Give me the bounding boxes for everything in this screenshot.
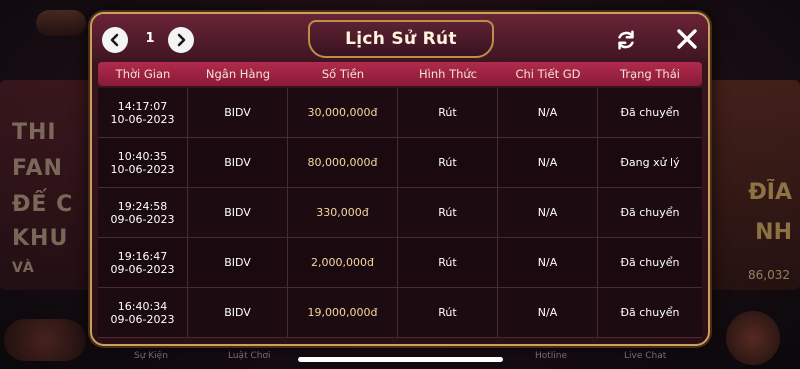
cell-time: 10:40:35 10-06-2023 — [98, 138, 188, 187]
refresh-icon — [618, 30, 634, 50]
column-header-amount: Số Tiền — [321, 67, 365, 81]
right-banner-line: NH — [755, 220, 792, 245]
cell-status: Đang xử lý — [620, 156, 680, 169]
nav-item-live-chat[interactable]: Live Chat — [624, 351, 666, 361]
cell-status: Đã chuyển — [620, 306, 680, 319]
cell-method: Rút — [398, 288, 498, 337]
close-button[interactable] — [670, 22, 704, 56]
withdraw-history-dialog: 1 Lịch Sử Rút Thời Gian Ngân Hàng Số Tiề… — [90, 12, 710, 346]
withdraw-history-table: Thời Gian Ngân Hàng Số Tiền Hình Thức Ch… — [98, 62, 702, 338]
column-header-method: Hình Thức — [419, 67, 477, 81]
table-row: 14:17:07 10-06-2023 BIDV 30,000,000đ Rút … — [98, 88, 702, 138]
cell-amount: 2,000,000đ — [288, 238, 398, 287]
left-banner-line: KHU — [12, 226, 69, 251]
chevron-right-icon — [177, 33, 186, 47]
cell-status: Đã chuyển — [620, 106, 680, 119]
chevron-left-icon — [110, 33, 119, 47]
cell-detail: N/A — [498, 288, 598, 337]
left-promo-banner: THI FAN ĐỂ C KHU VÀ — [0, 80, 95, 290]
cell-detail: N/A — [498, 138, 598, 187]
cell-detail: N/A — [498, 188, 598, 237]
column-header-status: Trạng Thái — [620, 67, 680, 81]
cell-amount: 30,000,000đ — [288, 88, 398, 137]
cell-amount: 330,000đ — [288, 188, 398, 237]
cell-status: Đã chuyển — [620, 256, 680, 269]
cell-time: 16:40:34 09-06-2023 — [98, 288, 188, 337]
left-banner-line: THI — [12, 120, 57, 145]
table-row: 16:40:34 09-06-2023 BIDV 19,000,000đ Rút … — [98, 288, 702, 338]
page-number: 1 — [145, 31, 155, 46]
cell-bank: BIDV — [188, 288, 288, 337]
column-header-detail: Chi Tiết GD — [515, 67, 581, 81]
cell-method: Rút — [398, 238, 498, 287]
cell-bank: BIDV — [188, 238, 288, 287]
right-banner-line: ĐĨA — [748, 180, 792, 205]
cell-bank: BIDV — [188, 138, 288, 187]
table-row: 19:16:47 09-06-2023 BIDV 2,000,000đ Rút N… — [98, 238, 702, 288]
left-banner-line: ĐỂ C — [12, 192, 74, 217]
column-header-bank: Ngân Hàng — [205, 67, 271, 81]
cell-detail: N/A — [498, 88, 598, 137]
cell-time: 19:24:58 09-06-2023 — [98, 188, 188, 237]
left-banner-line: FAN — [12, 156, 63, 181]
prev-page-button[interactable] — [102, 27, 128, 53]
table-body: 14:17:07 10-06-2023 BIDV 30,000,000đ Rút … — [98, 88, 702, 338]
cell-method: Rút — [398, 138, 498, 187]
game-logo — [36, 10, 86, 36]
dialog-title-plate: Lịch Sử Rút — [308, 20, 494, 58]
close-icon — [677, 29, 697, 49]
home-indicator-bar[interactable] — [298, 357, 503, 362]
dialog-title: Lịch Sử Rút — [345, 29, 457, 49]
nav-item-hotline[interactable]: Hotline — [535, 351, 567, 361]
cell-amount: 80,000,000đ — [288, 138, 398, 187]
next-page-button[interactable] — [168, 27, 194, 53]
cell-status: Đã chuyển — [620, 206, 680, 219]
right-banner-number: 86,032 — [748, 268, 790, 282]
cell-detail: N/A — [498, 238, 598, 287]
cell-bank: BIDV — [188, 88, 288, 137]
table-header: Thời Gian Ngân Hàng Số Tiền Hình Thức Ch… — [98, 62, 702, 86]
right-promo-banner: ĐĨA NH 86,032 — [708, 80, 800, 290]
cell-time: 19:16:47 09-06-2023 — [98, 238, 188, 287]
cell-bank: BIDV — [188, 188, 288, 237]
cell-method: Rút — [398, 188, 498, 237]
left-banner-line: VÀ — [12, 260, 35, 276]
nav-item-rules[interactable]: Luật Chơi — [228, 351, 270, 361]
cell-method: Rút — [398, 88, 498, 137]
table-row: 19:24:58 09-06-2023 BIDV 330,000đ Rút N/A… — [98, 188, 702, 238]
game-screen: THI FAN ĐỂ C KHU VÀ ĐĨA NH 86,032 Sự Kiệ… — [0, 0, 800, 369]
cell-amount: 19,000,000đ — [288, 288, 398, 337]
refresh-button[interactable] — [612, 26, 640, 54]
column-header-time: Thời Gian — [115, 67, 171, 81]
table-row: 10:40:35 10-06-2023 BIDV 80,000,000đ Rút … — [98, 138, 702, 188]
nav-item-events[interactable]: Sự Kiện — [134, 351, 168, 361]
cell-time: 14:17:07 10-06-2023 — [98, 88, 188, 137]
